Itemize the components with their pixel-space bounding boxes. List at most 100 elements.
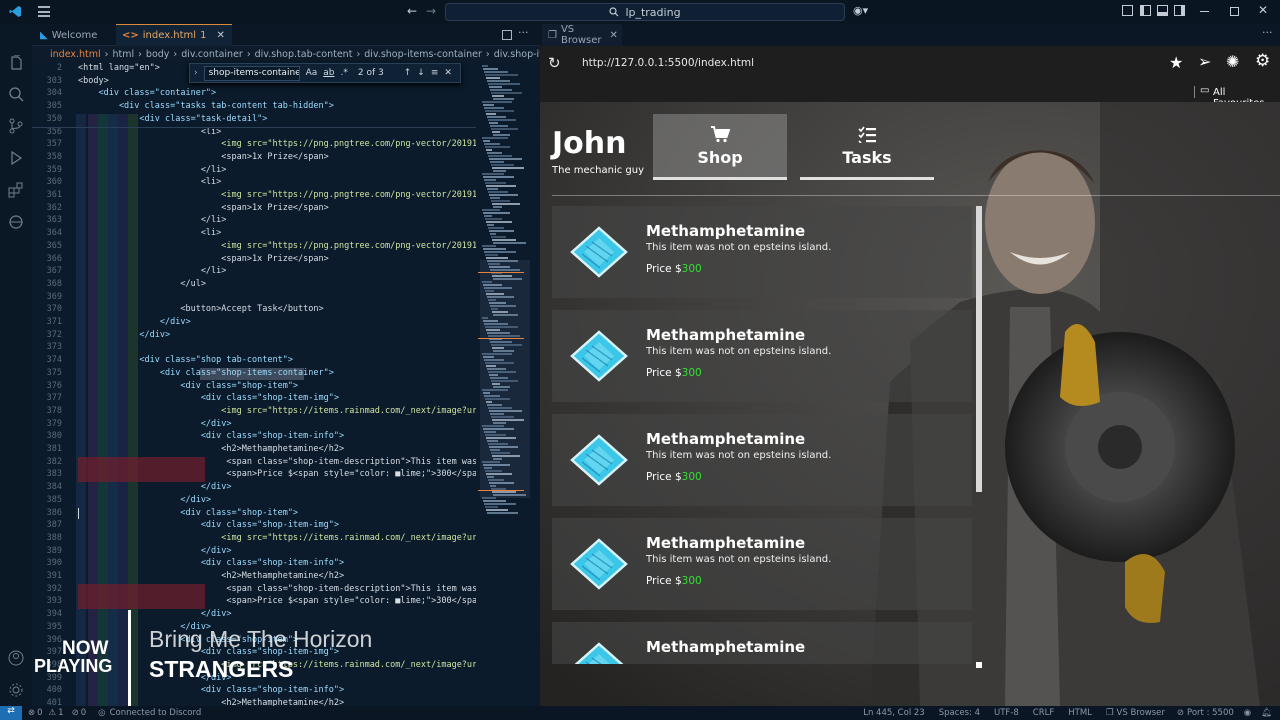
folder-icon[interactable]: ▭ (1200, 85, 1209, 96)
copilot-icon[interactable]: ◉▾ (853, 4, 868, 17)
notifications-icon[interactable]: 🔔︎ (1261, 708, 1272, 718)
explorer-icon[interactable] (8, 55, 24, 71)
code-line[interactable]: <div class="shop tab-content"> (78, 355, 293, 365)
command-center[interactable]: lp_trading (445, 3, 845, 21)
code-line[interactable]: <span>Price $<span style="color: ■lime;"… (78, 596, 476, 606)
debug-bug-icon[interactable]: ✺ (1226, 52, 1239, 71)
whole-word-icon[interactable]: ab (323, 68, 334, 78)
tab-welcome[interactable]: ◣ Welcome (34, 24, 114, 46)
code-line[interactable]: <span class="shop-item-description">This… (78, 584, 476, 594)
shop-item[interactable]: Methamphetamine This item was not on epst… (552, 310, 972, 402)
warnings-icon[interactable]: ⚠ (49, 708, 57, 718)
source-control-icon[interactable] (8, 118, 24, 134)
shop-item[interactable]: Methamphetamine This item was not on epst… (552, 518, 972, 610)
remote-explorer-icon[interactable] (8, 214, 24, 230)
code-line[interactable]: <img src="https://png.pngtree.com/png-ve… (78, 241, 476, 251)
code-line[interactable]: <img src="https://png.pngtree.com/png-ve… (78, 139, 476, 149)
code-line[interactable]: <span>1x Prize</span> (78, 203, 328, 213)
previous-match-icon[interactable]: ↑ (404, 68, 412, 78)
minimize-icon[interactable] (1200, 11, 1209, 12)
code-line[interactable]: <div class="shop-item-img"> (78, 393, 339, 403)
code-line[interactable]: <div class="container"> (78, 88, 216, 98)
code-line[interactable]: <h2>Methamphetamine</h2> (78, 571, 344, 581)
code-line[interactable]: <img src="https://items.rainmad.com/_nex… (78, 406, 476, 416)
remote-icon[interactable]: ⇄ (0, 706, 22, 720)
breadcrumb-item[interactable]: div.shop-items-container (364, 49, 482, 60)
code-line[interactable]: <img src="https://items.rainmad.com/_nex… (78, 533, 476, 543)
code-line[interactable]: <div class="tasks tab-content tab-hidden… (78, 101, 334, 111)
shop-items-container[interactable]: Methamphetamine This item was not on epst… (540, 206, 990, 664)
code-line[interactable]: <li> (78, 228, 221, 238)
more-actions-icon[interactable]: ··· (1262, 26, 1273, 39)
split-editor-icon[interactable] (502, 30, 512, 40)
maximize-icon[interactable] (1230, 7, 1239, 16)
code-line[interactable]: <div class="shop-item"> (78, 508, 298, 518)
breadcrumb-item[interactable]: div.shop-it (494, 49, 540, 60)
minimap-viewport[interactable] (480, 260, 530, 498)
code-line[interactable]: <div class="task-detail"> (78, 114, 267, 124)
layout-sidebar-left-icon[interactable] (1140, 5, 1151, 16)
code-line[interactable]: </div> (78, 419, 232, 429)
send-icon[interactable]: ➢ (1198, 52, 1211, 71)
next-match-icon[interactable]: ↓ (417, 68, 425, 78)
code-line[interactable]: <span>1x Prize</span> (78, 254, 328, 264)
tab-index-html[interactable]: <> index.html 1 ✕ (116, 24, 232, 46)
shop-item[interactable]: Methamphetamine This item was not on epst… (552, 414, 972, 506)
code-line[interactable]: </div> (78, 546, 232, 556)
reload-icon[interactable]: ↻ (548, 54, 561, 72)
browser-status[interactable]: VS Browser (1117, 708, 1165, 718)
match-case-icon[interactable]: Aa (306, 68, 318, 78)
code-line[interactable]: </div> (78, 495, 211, 505)
breadcrumb-item[interactable]: html (112, 49, 134, 60)
code-line[interactable]: </div> (78, 317, 191, 327)
code-line[interactable]: <div class="shop-item-info"> (78, 431, 344, 441)
code-line[interactable]: <button>Accept Task</button> (78, 304, 323, 314)
copilot-status-icon[interactable]: ◉ (1244, 708, 1251, 718)
code-line[interactable]: <span class="shop-item-description">This… (78, 457, 476, 467)
encoding-setting[interactable]: UTF-8 (994, 708, 1019, 718)
code-line[interactable]: <div class="shop-item"> (78, 381, 298, 391)
shop-item[interactable]: Methamphetamine This item was not on epst… (552, 206, 972, 298)
errors-icon[interactable]: ⊗ (28, 708, 35, 718)
search-icon[interactable] (8, 86, 24, 102)
cursor-position[interactable]: Ln 445, Col 23 (863, 708, 924, 718)
find-in-selection-icon[interactable]: ≡ (431, 68, 439, 78)
layout-panel-icon[interactable] (1157, 5, 1168, 16)
code-line[interactable]: <div class="shop-item-img"> (78, 520, 339, 530)
minimap[interactable] (476, 62, 540, 706)
back-arrow-icon[interactable]: ← (407, 4, 417, 18)
code-line[interactable]: <li> (78, 127, 221, 137)
settings-gear-icon[interactable]: ⚙ (1255, 51, 1270, 71)
close-window-icon[interactable]: ✕ (1258, 3, 1268, 17)
indent-setting[interactable]: Spaces: 4 (939, 708, 980, 718)
menu-icon[interactable] (38, 6, 50, 17)
more-actions-icon[interactable]: ··· (518, 26, 529, 39)
url-input[interactable]: http://127.0.0.1:5500/index.html (582, 57, 754, 69)
close-tab-icon[interactable]: ✕ (216, 30, 224, 41)
code-line[interactable]: </div> (78, 482, 232, 492)
code-line[interactable]: </li> (78, 215, 227, 225)
code-line[interactable]: </div> (78, 330, 170, 340)
layout-sidebar-icon[interactable] (1122, 5, 1133, 16)
close-find-icon[interactable]: ✕ (444, 68, 452, 78)
code-line[interactable]: <html lang="en"> (78, 63, 160, 73)
breadcrumb-item[interactable]: div.shop.tab-content (255, 49, 353, 60)
run-debug-icon[interactable] (8, 150, 24, 166)
forward-arrow-icon[interactable]: → (426, 4, 436, 18)
code-line[interactable]: <span>Price $<span style="color: ■lime;"… (78, 469, 476, 479)
regex-icon[interactable]: .* (341, 68, 348, 78)
tab-vs-browser[interactable]: ❐ VS Browser ✕ (542, 24, 622, 46)
extensions-icon[interactable] (8, 182, 24, 198)
code-line[interactable]: </li> (78, 165, 227, 175)
code-line[interactable]: <div class="shop-item-info"> (78, 558, 344, 568)
discord-status[interactable]: Connected to Discord (110, 708, 202, 718)
code-line[interactable]: <span>1x Prize</span> (78, 152, 328, 162)
code-line[interactable]: <div class="shop-items-container"> (78, 368, 334, 378)
port-status[interactable]: Port : 5500 (1187, 708, 1234, 718)
eol-setting[interactable]: CRLF (1033, 708, 1054, 718)
code-line[interactable]: </li> (78, 266, 227, 276)
find-input[interactable]: shop-items-container (203, 65, 300, 81)
star-icon[interactable]: ★ (1169, 53, 1183, 72)
breadcrumb-item[interactable]: div.container (181, 49, 243, 60)
shop-item[interactable]: Methamphetamine (552, 622, 972, 664)
